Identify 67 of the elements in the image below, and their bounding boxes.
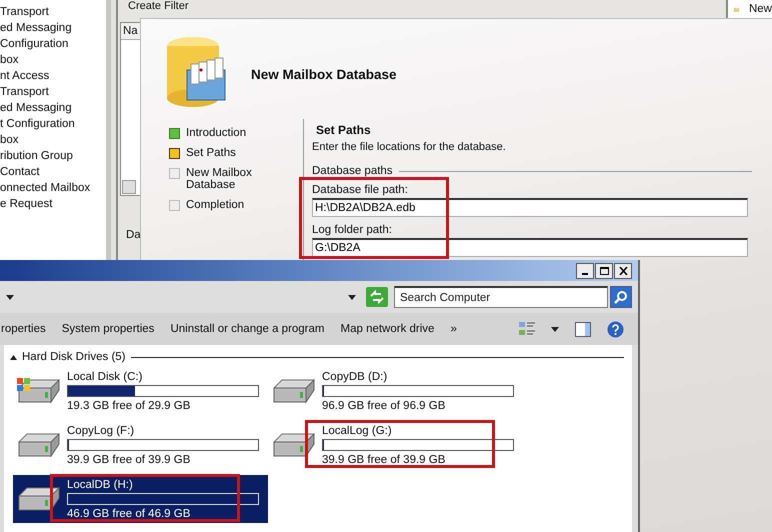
- tree-item[interactable]: Transport: [0, 84, 106, 100]
- tree-item[interactable]: t Configuration: [0, 116, 106, 132]
- drive-name: LocalLog (G:): [322, 424, 393, 438]
- drive-tile[interactable]: LocalLog (G:) 39.9 GB free of 39.9 GB: [268, 421, 523, 469]
- tree-item[interactable]: box: [0, 132, 106, 148]
- step-label[interactable]: Introduction: [186, 127, 276, 139]
- step-label[interactable]: Completion: [186, 199, 276, 211]
- tree-item[interactable]: ed Messaging: [0, 20, 106, 36]
- toolbar-item[interactable]: roperties: [1, 323, 46, 335]
- field-label: Log folder path:: [312, 223, 393, 237]
- path-input-field[interactable]: G:\DB2A: [312, 238, 748, 257]
- tree-item[interactable]: nt Access: [0, 68, 106, 84]
- maximize-button[interactable]: [595, 262, 613, 278]
- field-label: Database file path:: [312, 183, 409, 197]
- page-description: Enter the file locations for the database.: [312, 141, 507, 153]
- search-field[interactable]: Search Computer: [394, 286, 608, 308]
- tree-item[interactable]: onnected Mailbox: [0, 180, 106, 196]
- help-icon[interactable]: [607, 320, 624, 338]
- preview-pane-icon[interactable]: [575, 322, 591, 336]
- action-item[interactable]: New: [748, 3, 772, 15]
- tree-item[interactable]: ribution Group: [0, 148, 106, 164]
- drive-tile[interactable]: CopyDB (D:) 96.9 GB free of 96.9 GB: [268, 367, 523, 415]
- close-icon: [618, 266, 628, 274]
- group-label: Database paths: [312, 165, 393, 177]
- column-header[interactable]: Na: [121, 23, 141, 40]
- drive-name: CopyDB (D:): [322, 370, 388, 384]
- tree-item[interactable]: Contact: [0, 164, 106, 180]
- view-options-icon[interactable]: [519, 321, 535, 337]
- close-button[interactable]: [614, 262, 632, 278]
- drive-name: LocalDB (H:): [67, 478, 134, 492]
- drive-name: Local Disk (C:): [67, 370, 144, 384]
- free-space-text: 39.9 GB free of 39.9 GB: [322, 452, 446, 466]
- free-space-text: 96.9 GB free of 96.9 GB: [322, 398, 446, 412]
- tree-item[interactable]: box: [0, 52, 106, 68]
- free-space-text: 39.9 GB free of 39.9 GB: [67, 452, 192, 466]
- details-tab[interactable]: Da: [126, 228, 141, 242]
- collapse-caret-icon[interactable]: [10, 354, 17, 360]
- minimize-icon: [582, 272, 588, 274]
- dropdown-caret-icon[interactable]: [348, 294, 356, 300]
- wizard-title: New Mailbox Database: [251, 66, 397, 82]
- toolbar-item[interactable]: System properties: [62, 323, 154, 335]
- drive-name: CopyLog (F:): [67, 424, 136, 438]
- tree-item[interactable]: e Request: [0, 196, 106, 212]
- drive-tile[interactable]: Local Disk (C:) 19.3 GB free of 29.9 GB: [13, 367, 268, 415]
- free-space-text: 19.3 GB free of 29.9 GB: [67, 398, 192, 412]
- free-space-text: 46.9 GB free of 46.9 GB: [67, 506, 192, 520]
- refresh-icon[interactable]: [366, 287, 388, 307]
- minimize-button[interactable]: [576, 262, 594, 278]
- step-label[interactable]: New Mailbox Database: [186, 167, 276, 191]
- path-input-field[interactable]: H:\DB2A\DB2A.edb: [312, 198, 748, 217]
- selected-drive-tile[interactable]: LocalDB (H:) 46.9 GB free of 46.9 GB: [13, 475, 268, 523]
- tree-item[interactable]: Transport: [0, 4, 106, 20]
- search-button[interactable]: [610, 286, 632, 308]
- toolbar-item[interactable]: »: [450, 323, 457, 335]
- page-heading: Set Paths: [315, 123, 372, 137]
- tree-item[interactable]: Configuration: [0, 36, 106, 52]
- search-icon: [614, 290, 628, 304]
- step-label[interactable]: Set Paths: [186, 147, 276, 159]
- dropdown-caret-icon[interactable]: [6, 294, 14, 300]
- maximize-icon: [600, 266, 608, 274]
- group-header[interactable]: Hard Disk Drives (5): [22, 351, 126, 363]
- toolbar-item[interactable]: Map network drive: [340, 323, 434, 335]
- drive-tile[interactable]: CopyLog (F:) 39.9 GB free of 39.9 GB: [13, 421, 268, 469]
- dropdown-caret-icon[interactable]: [551, 326, 559, 332]
- create-filter-button[interactable]: Create Filter: [128, 0, 189, 12]
- tree-item[interactable]: ed Messaging: [0, 100, 106, 116]
- toolbar-item[interactable]: Uninstall or change a program: [170, 323, 324, 335]
